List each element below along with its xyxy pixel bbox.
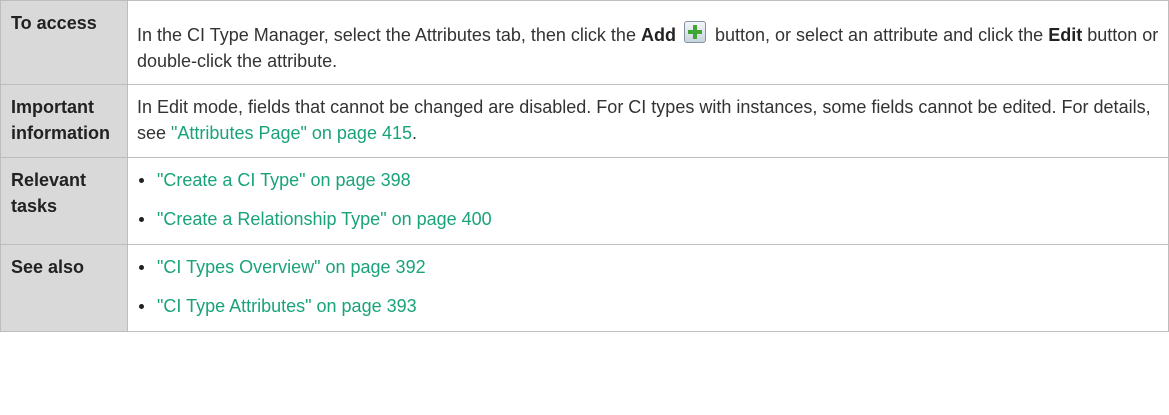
list-item: "Create a CI Type" on page 398 [137, 167, 1160, 206]
add-plus-icon [683, 21, 706, 43]
content-to-access: In the CI Type Manager, select the Attri… [127, 0, 1169, 85]
row-relevant-tasks: Relevant tasks "Create a CI Type" on pag… [0, 157, 1169, 245]
access-text-1: In the CI Type Manager, select the Attri… [137, 25, 641, 45]
list-item: "CI Type Attributes" on page 393 [137, 293, 1160, 323]
list-item: "Create a Relationship Type" on page 400 [137, 206, 1160, 236]
content-relevant-tasks: "Create a CI Type" on page 398 "Create a… [127, 157, 1169, 245]
content-important-information: In Edit mode, fields that cannot be chan… [127, 84, 1169, 158]
label-see-also: See also [0, 244, 128, 332]
ci-types-overview-link[interactable]: "CI Types Overview" on page 392 [157, 257, 426, 277]
row-see-also: See also "CI Types Overview" on page 392… [0, 244, 1169, 332]
list-item: "CI Types Overview" on page 392 [137, 254, 1160, 293]
label-important-information: Important information [0, 84, 128, 158]
info-table: To access In the CI Type Manager, select… [0, 0, 1169, 332]
attributes-page-link[interactable]: "Attributes Page" on page 415 [171, 123, 412, 143]
ci-type-attributes-link[interactable]: "CI Type Attributes" on page 393 [157, 296, 417, 316]
access-text-2: button, or select an attribute and click… [709, 25, 1049, 45]
content-see-also: "CI Types Overview" on page 392 "CI Type… [127, 244, 1169, 332]
label-relevant-tasks: Relevant tasks [0, 157, 128, 245]
see-also-list: "CI Types Overview" on page 392 "CI Type… [137, 254, 1160, 323]
important-text-2: . [411, 123, 417, 143]
row-to-access: To access In the CI Type Manager, select… [0, 0, 1169, 85]
add-label: Add [640, 25, 676, 45]
relevant-tasks-list: "Create a CI Type" on page 398 "Create a… [137, 167, 1160, 236]
label-to-access: To access [0, 0, 128, 85]
create-relationship-type-link[interactable]: "Create a Relationship Type" on page 400 [157, 209, 492, 229]
create-ci-type-link[interactable]: "Create a CI Type" on page 398 [157, 170, 411, 190]
row-important-information: Important information In Edit mode, fiel… [0, 84, 1169, 158]
edit-label: Edit [1048, 25, 1083, 45]
